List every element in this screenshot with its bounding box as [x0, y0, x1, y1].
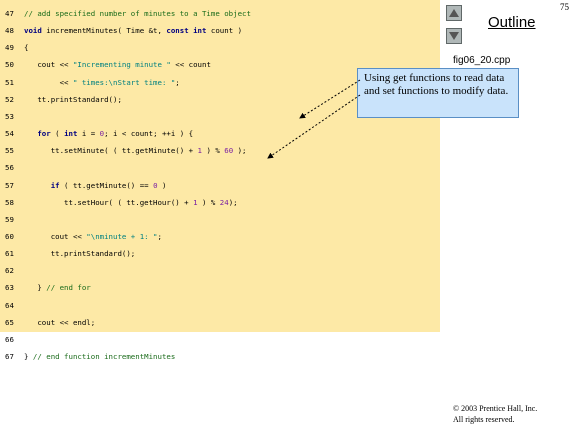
code-token: 24 [219, 197, 229, 207]
code-token: { [24, 43, 29, 53]
line-number: 64 [5, 300, 14, 310]
code-token: ; [157, 231, 162, 241]
line-number: 50 [5, 60, 14, 70]
line-number: 49 [5, 43, 14, 53]
line-number: 52 [5, 94, 14, 104]
code-token: if [24, 180, 60, 190]
code-text: { [24, 41, 28, 55]
page-number: 75 [560, 2, 569, 12]
code-token: tt.printStandard(); [24, 94, 122, 104]
line-number: 54 [5, 129, 14, 139]
code-token: tt.setMinute( ( tt.getMinute() + [24, 146, 198, 156]
code-token: tt.setHour( ( tt.getHour() + [24, 197, 194, 207]
line-number: 57 [5, 180, 14, 190]
code-text: tt.printStandard(); [24, 93, 122, 107]
previous-slide-button[interactable] [446, 5, 462, 21]
code-panel: 47 // add specified number of minutes to … [0, 0, 440, 361]
code-token: incrementMinutes( Time &t, [41, 26, 167, 36]
code-token: // add specified number of minutes to a … [24, 9, 251, 18]
code-token: "\nminute + 1: " [86, 231, 158, 241]
code-token: ; [175, 77, 180, 87]
code-text: cout << "\nminute + 1: "; [24, 230, 162, 244]
line-number: 67 [5, 352, 14, 361]
code-token: void [24, 26, 42, 36]
code-text: tt.setMinute( ( tt.getMinute() + 1 ) % 6… [24, 144, 247, 158]
next-slide-button[interactable] [446, 28, 462, 44]
code-text: void incrementMinutes( Time &t, const in… [24, 24, 242, 38]
code-token: for [24, 129, 51, 139]
line-number: 47 [5, 9, 14, 18]
code-token: ); [228, 197, 238, 207]
code-token: " times:\nStart time: " [72, 77, 176, 87]
line-number: 58 [5, 197, 14, 207]
outline-link[interactable]: Outline [488, 14, 536, 31]
code-text: cout << endl; [24, 316, 95, 330]
code-token: << count [170, 60, 211, 70]
code-text: for ( int i = 0; i < count; ++i ) { [24, 127, 193, 141]
triangle-down-icon [449, 32, 459, 40]
code-text: // add specified number of minutes to a … [24, 7, 251, 21]
code-token: // end for [46, 283, 91, 293]
line-number: 48 [5, 26, 14, 36]
code-text: << " times:\nStart time: "; [24, 76, 180, 90]
code-token: const int [166, 26, 207, 36]
code-text: } // end for [24, 281, 91, 295]
code-token: ) % [197, 197, 220, 207]
code-token: "Incrementing minute " [72, 60, 171, 70]
code-text: } // end function incrementMinutes [24, 350, 175, 364]
code-token: cout << [24, 231, 87, 241]
code-token: ); [233, 146, 247, 156]
code-token: } [24, 283, 47, 293]
code-token: cout << endl; [24, 317, 96, 327]
code-token: count ) [206, 26, 243, 36]
code-token: << [24, 77, 73, 87]
code-token: ) [157, 180, 167, 190]
line-number: 66 [5, 334, 14, 344]
line-number: 55 [5, 146, 14, 156]
line-number: 61 [5, 249, 14, 259]
line-number: 59 [5, 214, 14, 224]
code-token: tt.printStandard(); [24, 249, 136, 259]
code-text: tt.setHour( ( tt.getHour() + 1 ) % 24); [24, 196, 238, 210]
triangle-up-icon [449, 9, 459, 17]
line-number: 53 [5, 111, 14, 121]
code-token: i = [77, 129, 100, 139]
code-token: // end function incrementMinutes [32, 352, 176, 361]
code-token: ( [50, 129, 65, 139]
code-token: ) % [202, 146, 225, 156]
code-text: cout << "Incrementing minute " << count [24, 58, 211, 72]
annotation-callout: Using get functions to read data and set… [357, 68, 519, 118]
copyright-line-1: © 2003 Prentice Hall, Inc. [453, 404, 538, 413]
line-number: 56 [5, 163, 14, 173]
code-token: ( tt.getMinute() == [59, 180, 154, 190]
line-number: 60 [5, 231, 14, 241]
callout-text: Using get functions to read data and set… [364, 72, 509, 97]
line-number: 51 [5, 77, 14, 87]
copyright-line-2: All rights reserved. [453, 415, 515, 424]
code-token: } [24, 352, 33, 361]
line-number: 62 [5, 266, 14, 276]
code-token: int [64, 129, 78, 139]
code-text: if ( tt.getMinute() == 0 ) [24, 179, 167, 193]
code-token: ; i < count; ++i ) { [104, 129, 194, 139]
code-token: cout << [24, 60, 73, 70]
filename-label: fig06_20.cpp [453, 55, 511, 66]
line-number: 63 [5, 283, 14, 293]
line-number: 65 [5, 317, 14, 327]
copyright-notice: © 2003 Prentice Hall, Inc. All rights re… [453, 403, 537, 425]
code-token: 60 [224, 146, 234, 156]
code-text: tt.printStandard(); [24, 247, 136, 261]
